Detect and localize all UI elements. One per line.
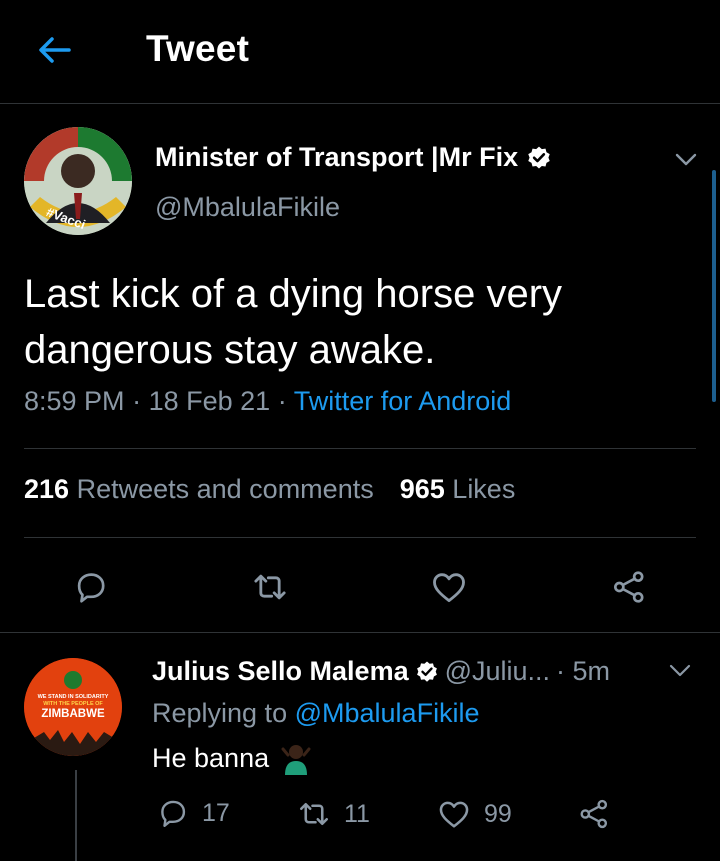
author-handle[interactable]: @MbalulaFikile (155, 192, 340, 223)
header-divider (0, 103, 720, 104)
reply-text: He banna (152, 742, 270, 773)
share-button[interactable] (606, 564, 652, 610)
heart-icon (439, 801, 469, 828)
reply-share-button[interactable] (576, 796, 612, 832)
likes-count: 965 (399, 474, 445, 504)
tweet-source-link[interactable]: Twitter for Android (294, 386, 512, 416)
reply-author-avatar[interactable]: WE STAND IN SOLIDARITY WITH THE PEOPLE O… (24, 658, 122, 756)
tweet-date: 18 Feb 21 (148, 386, 271, 416)
stats-divider (24, 537, 696, 538)
reply-header[interactable]: Julius Sello Malema @Juliu... · 5m (152, 656, 610, 687)
retweet-icon (299, 802, 329, 826)
retweets-label: Retweets and comments (76, 474, 374, 504)
reply-retweet-count: 11 (344, 799, 370, 828)
comment-icon (161, 800, 186, 827)
author-avatar[interactable]: #Vacci (24, 127, 132, 235)
likes-stat[interactable]: 965 Likes (400, 474, 516, 505)
likes-label: Likes (452, 474, 516, 504)
tweet-options-button[interactable] (668, 148, 704, 172)
reply-avatar-image: WE STAND IN SOLIDARITY WITH THE PEOPLE O… (24, 658, 122, 756)
reply-reply-count: 17 (202, 798, 230, 827)
reply-time: · 5m (556, 656, 611, 686)
retweets-count: 216 (24, 474, 70, 504)
author-name-row[interactable]: Minister of Transport |Mr Fix (155, 142, 552, 173)
meta-separator: · (277, 386, 287, 416)
retweet-icon (254, 574, 286, 600)
reply-like-button[interactable]: 99 (436, 796, 512, 832)
shrug-emoji-icon (281, 745, 311, 775)
scrollbar[interactable] (712, 170, 716, 402)
reply-options-button[interactable] (664, 660, 696, 682)
avatar-text-line: ZIMBABWE (41, 708, 105, 720)
meta-separator: · (132, 386, 142, 416)
author-name: Minister of Transport |Mr Fix (155, 142, 519, 172)
reply-retweet-button[interactable]: 11 (296, 796, 370, 832)
tweet-stats: 216 Retweets and comments 965 Likes (24, 474, 515, 505)
reply-like-count: 99 (484, 799, 512, 828)
reply-author-name: Julius Sello Malema (152, 656, 409, 686)
reply-reply-button[interactable]: 17 (156, 796, 230, 830)
retweets-stat[interactable]: 216 Retweets and comments (24, 474, 374, 505)
verified-badge-icon (528, 146, 550, 169)
chevron-down-icon (669, 664, 691, 677)
tweet-time: 8:59 PM (24, 386, 125, 416)
actions-divider (0, 632, 720, 633)
like-button[interactable] (426, 564, 472, 610)
tweet-meta: 8:59 PM · 18 Feb 21 · Twitter for Androi… (24, 386, 511, 417)
verified-badge-icon (416, 661, 437, 682)
avatar-image: #Vacci (24, 127, 132, 235)
reply-text-row: He banna (152, 741, 313, 775)
share-icon (580, 799, 608, 829)
back-button[interactable] (30, 30, 78, 70)
arrow-left-icon (39, 37, 71, 63)
thread-line (75, 770, 77, 861)
page-title: Tweet (146, 28, 250, 69)
avatar-text-line: WE STAND IN SOLIDARITY (38, 694, 109, 700)
chevron-down-icon (675, 153, 697, 166)
replying-to: Replying to @MbalulaFikile (152, 698, 480, 729)
replying-prefix: Replying to (152, 698, 288, 728)
avatar-text-line: WITH THE PEOPLE OF (43, 701, 103, 707)
heart-icon (433, 573, 465, 603)
meta-divider (24, 448, 696, 449)
retweet-button[interactable] (247, 564, 293, 610)
comment-icon (77, 573, 105, 603)
reply-button[interactable] (68, 564, 114, 610)
replying-handle-link[interactable]: @MbalulaFikile (295, 698, 480, 728)
share-icon (613, 571, 644, 603)
tweet-text: Last kick of a dying horse very dangerou… (24, 272, 563, 372)
reply-author-handle: @Juliu... (444, 656, 551, 686)
